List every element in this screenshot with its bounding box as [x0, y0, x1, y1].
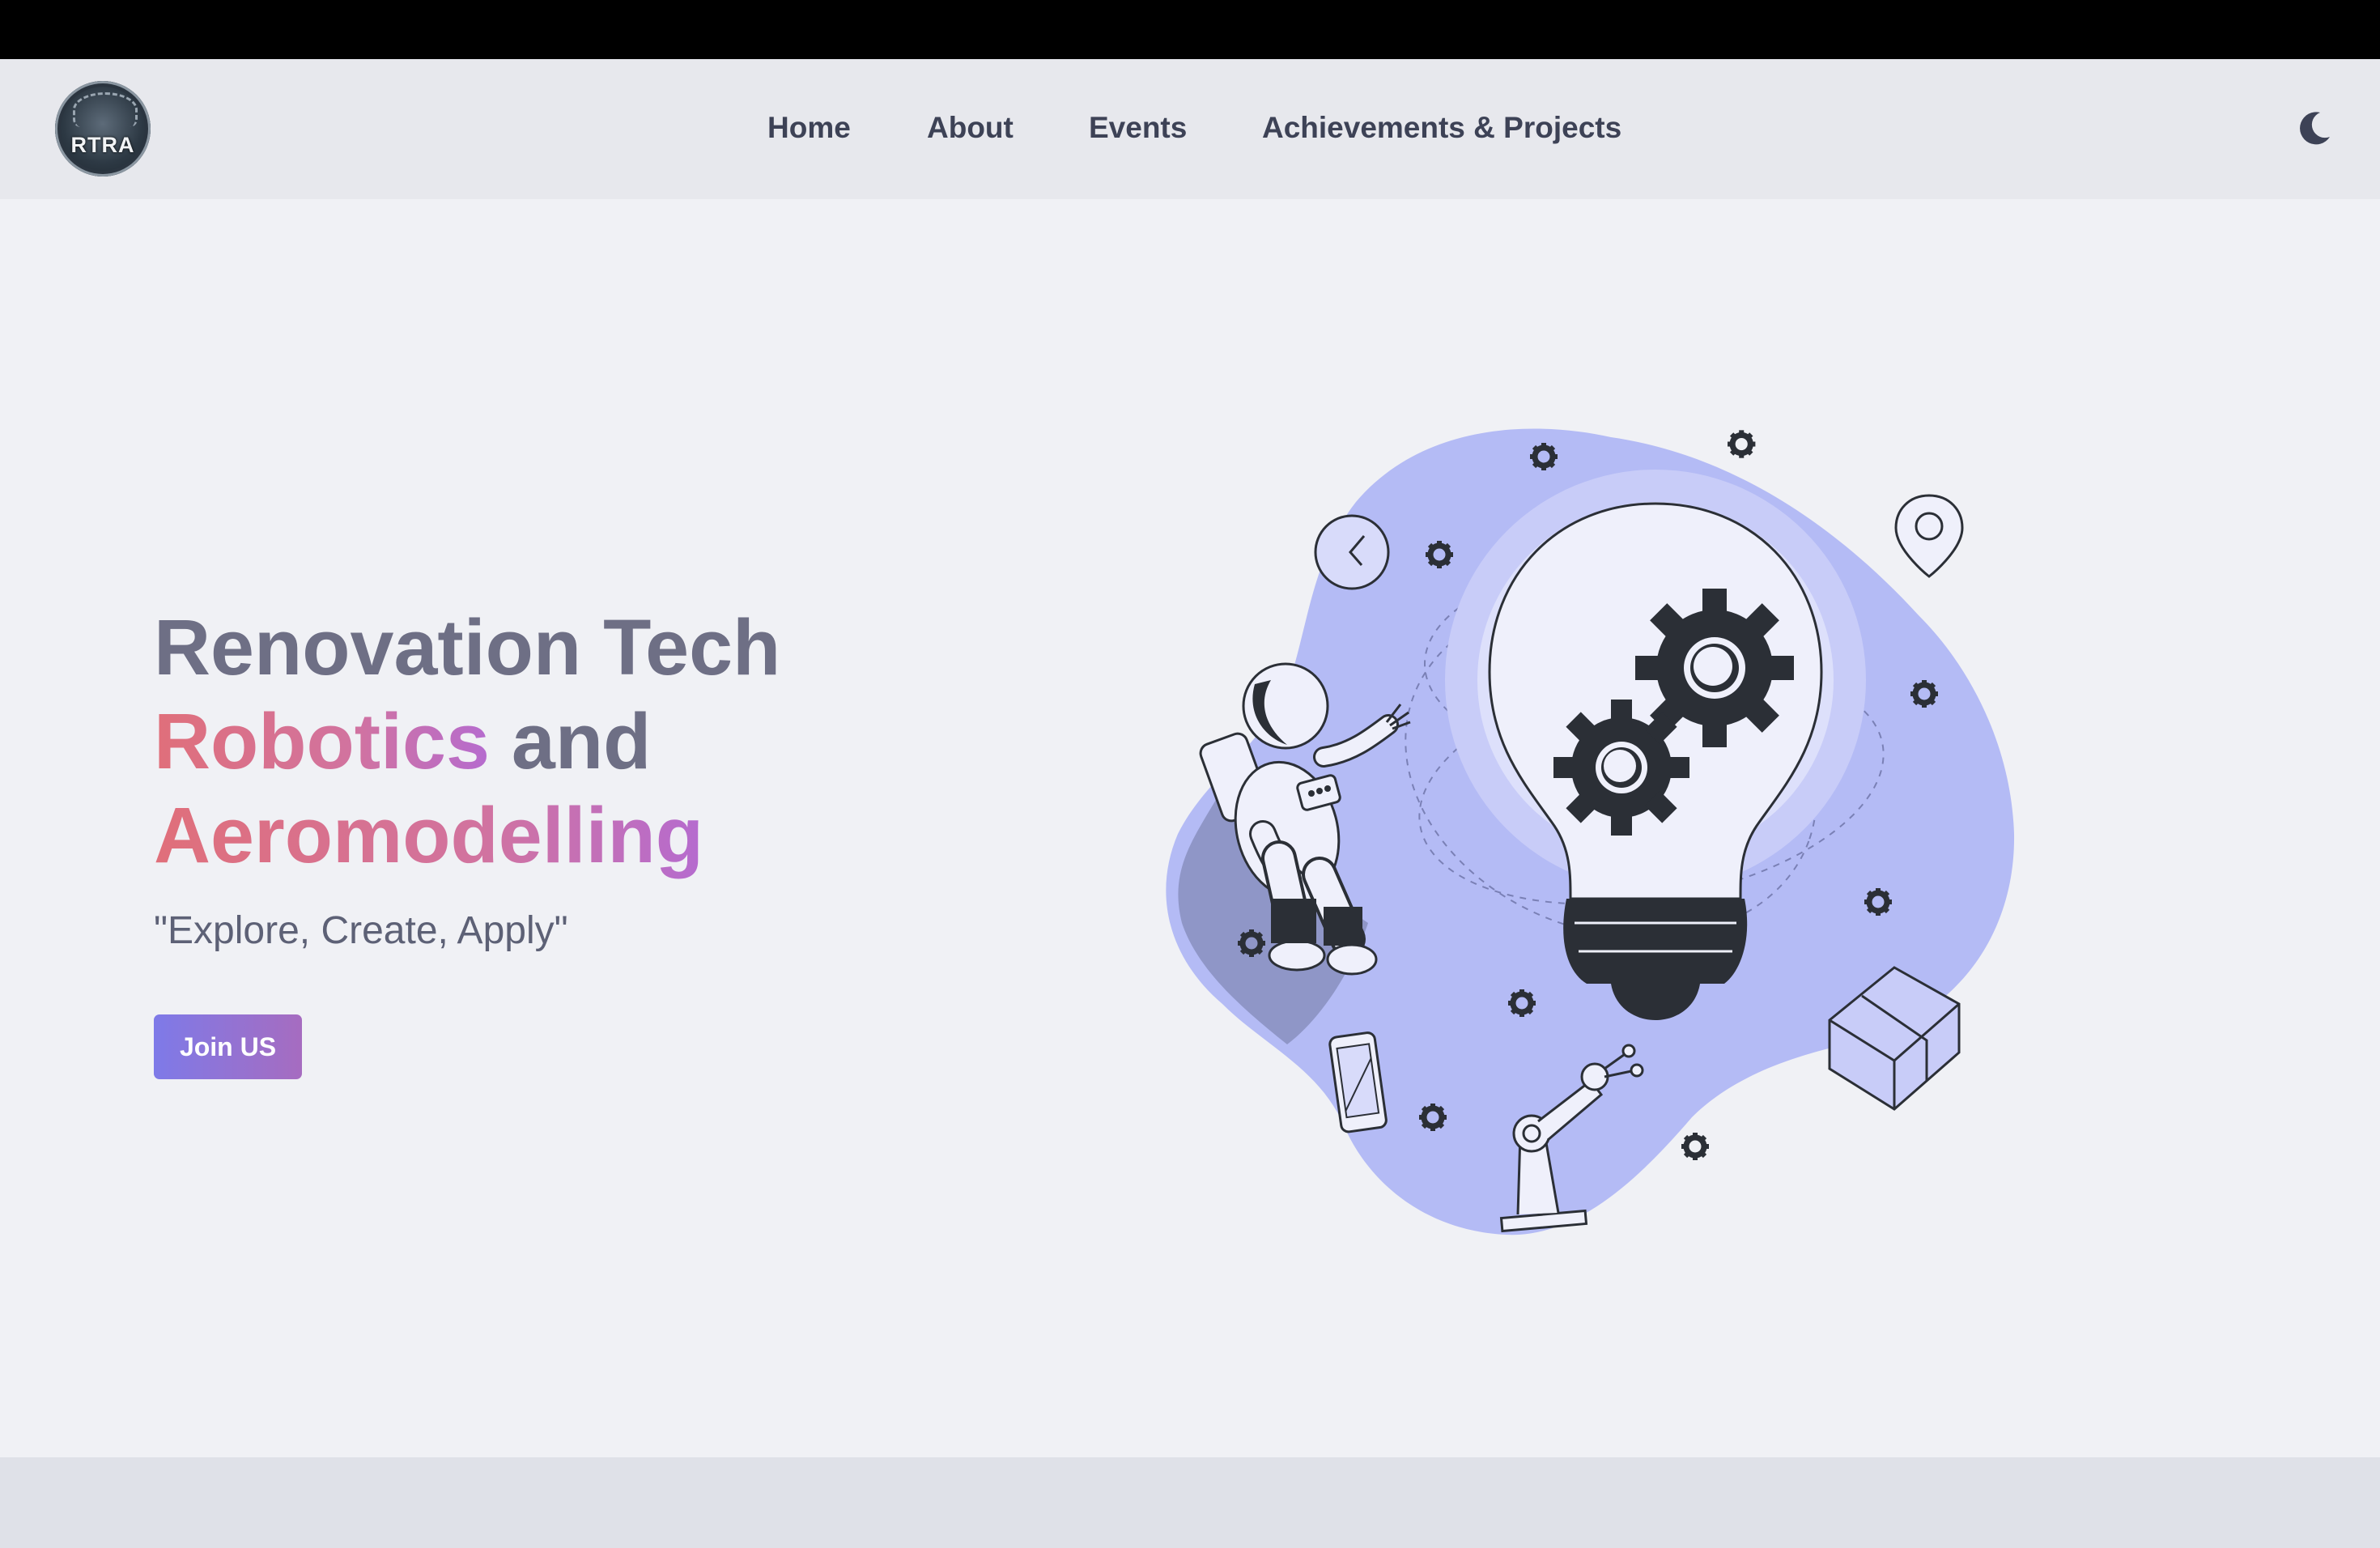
hero-title-robotics: Robotics: [154, 697, 490, 785]
browser-top-bar: [0, 0, 2380, 59]
moon-icon[interactable]: [2296, 109, 2333, 147]
hero-tagline: "Explore, Create, Apply": [154, 909, 568, 952]
gear-icon: [1728, 430, 1755, 457]
location-pin-icon: [1894, 494, 1964, 578]
hero-title-line1: Renovation Tech: [154, 603, 781, 691]
nav-home[interactable]: Home: [767, 111, 851, 145]
hero-illustration: [1166, 405, 2015, 1235]
hero-title-and: and: [489, 697, 652, 785]
navbar: RTRA Home About Events Achievements & Pr…: [0, 59, 2380, 199]
nav-events[interactable]: Events: [1089, 111, 1187, 145]
join-us-button[interactable]: Join US: [154, 1014, 302, 1079]
hero-title-aeromodelling: Aeromodelling: [154, 791, 704, 879]
medium-gear-icon: [1553, 700, 1689, 836]
hero-title: Renovation Tech Robotics and Aeromodelli…: [154, 601, 780, 882]
clock-icon: [1314, 514, 1390, 590]
nav-achievements-projects[interactable]: Achievements & Projects: [1262, 111, 1621, 145]
footer-band: [0, 1457, 2380, 1548]
nav-about[interactable]: About: [927, 111, 1014, 145]
gear-icon: [1681, 1133, 1709, 1160]
main-nav: Home About Events Achievements & Project…: [0, 59, 2380, 199]
